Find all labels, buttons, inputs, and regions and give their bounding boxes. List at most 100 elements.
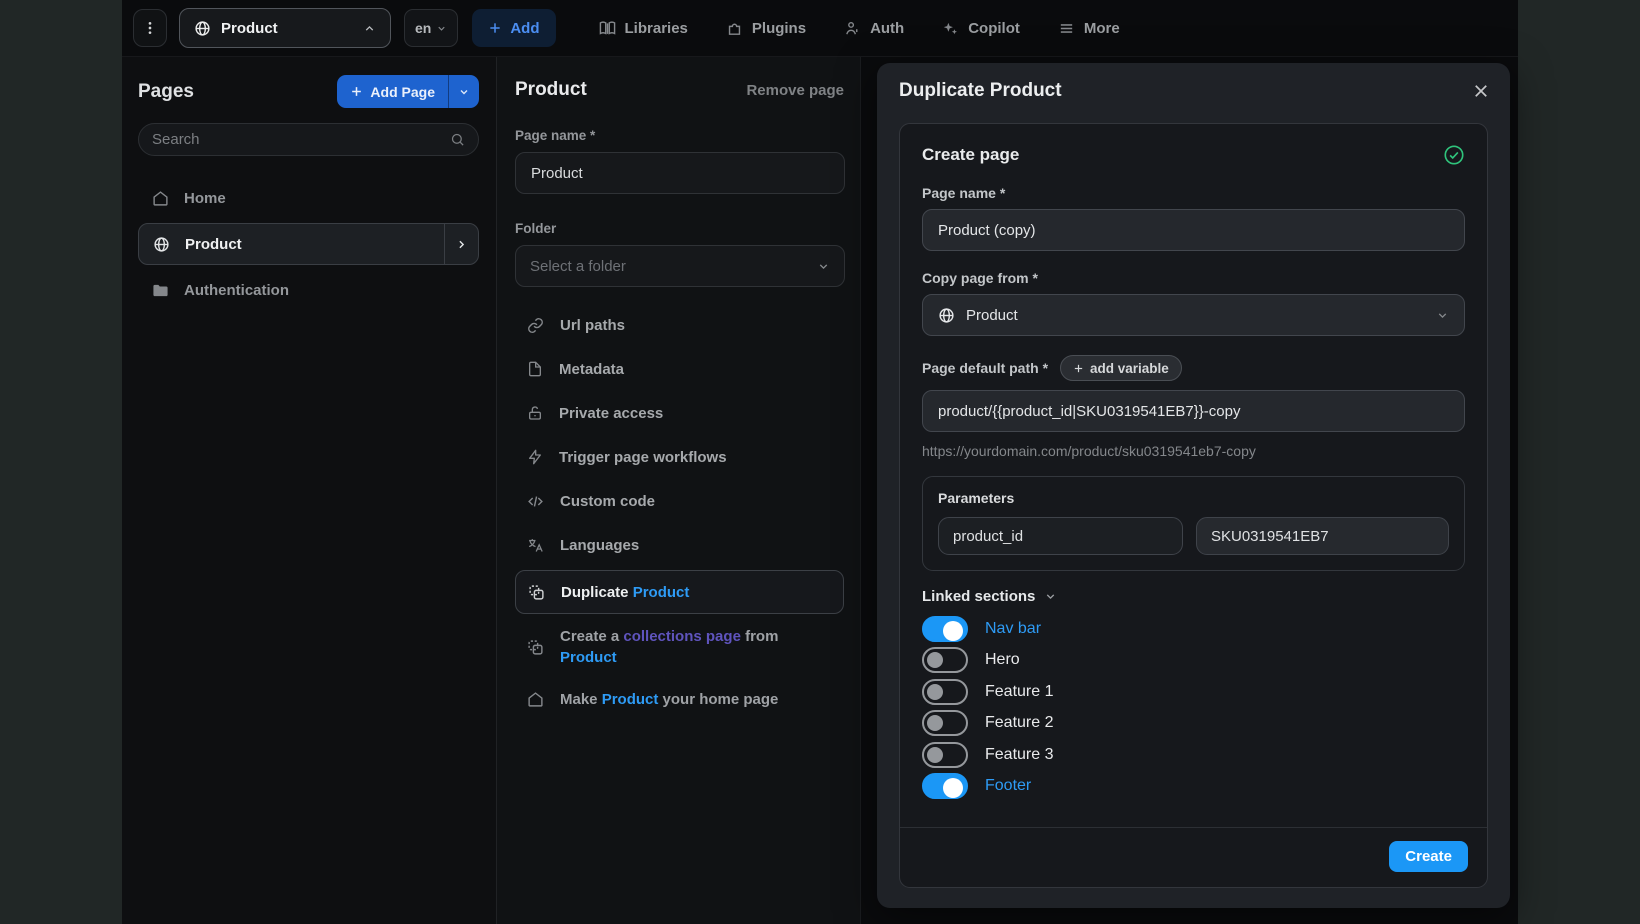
action-label: Languages: [560, 537, 639, 554]
add-variable-label: add variable: [1090, 361, 1169, 376]
add-page-dropdown-button[interactable]: [448, 75, 479, 108]
dialog-page-name-value: Product (copy): [938, 222, 1036, 239]
parameter-value-value: SKU0319541EB7: [1211, 528, 1329, 545]
file-icon: [527, 361, 543, 377]
action-url-paths[interactable]: Url paths: [515, 303, 844, 347]
page-name-input[interactable]: Product: [515, 152, 845, 194]
chevron-down-icon: [436, 23, 447, 34]
action-make-home-page[interactable]: Make Product your home page: [515, 677, 844, 721]
sparkles-icon: [942, 20, 959, 37]
nav-label: Copilot: [968, 20, 1020, 37]
parameter-name-input[interactable]: product_id: [938, 517, 1183, 555]
page-selector-dropdown[interactable]: Product: [179, 8, 391, 48]
translate-icon: [527, 537, 544, 554]
home-icon: [152, 190, 169, 207]
nav-label: Auth: [870, 20, 904, 37]
action-metadata[interactable]: Metadata: [515, 347, 844, 391]
default-path-label: Page default path *: [922, 360, 1048, 376]
feature-3-toggle[interactable]: [922, 742, 968, 768]
page-item-expand-button[interactable]: [444, 224, 478, 264]
nav-item-copilot[interactable]: Copilot: [923, 20, 1039, 37]
card-title: Create page: [922, 145, 1443, 165]
toggle-row-footer: Footer: [922, 771, 1465, 803]
pages-search[interactable]: [138, 123, 479, 156]
locale-dropdown[interactable]: en: [404, 9, 458, 47]
feature-1-toggle[interactable]: [922, 679, 968, 705]
page-list: Home Product: [138, 178, 479, 310]
add-button[interactable]: Add: [472, 9, 555, 47]
linked-sections-header[interactable]: Linked sections: [922, 588, 1465, 605]
folder-select[interactable]: Select a folder: [515, 245, 845, 287]
default-path-input[interactable]: product/{{product_id|SKU0319541EB7}}-cop…: [922, 390, 1465, 432]
create-button[interactable]: Create: [1389, 841, 1468, 872]
chevron-down-icon: [1436, 309, 1449, 322]
toggle-row-feature-3: Feature 3: [922, 739, 1465, 771]
main-menu-button[interactable]: [133, 9, 167, 47]
pages-sidebar: Pages Add Page: [122, 57, 497, 924]
page-item-label: Authentication: [184, 282, 289, 299]
hero-toggle[interactable]: [922, 647, 968, 673]
page-name-value: Product: [531, 165, 583, 182]
chevron-right-icon: [455, 238, 468, 251]
action-create-collections-page[interactable]: Create a collections page from Product: [515, 617, 844, 677]
parameter-value-input[interactable]: SKU0319541EB7: [1196, 517, 1449, 555]
toggle-label: Feature 1: [985, 683, 1053, 701]
top-toolbar: Product en Add Libraries: [122, 0, 1518, 57]
duplicate-icon: [528, 584, 545, 601]
action-label: Private access: [559, 405, 663, 422]
nav-label: Libraries: [625, 20, 688, 37]
action-duplicate-page[interactable]: Duplicate Product: [515, 570, 844, 614]
chevron-down-icon: [817, 260, 830, 273]
app-window: Product en Add Libraries: [122, 0, 1518, 924]
page-selector-label: Product: [221, 20, 353, 37]
page-actions: Url paths Metadata Private access: [515, 303, 844, 721]
copy-page-from-select[interactable]: Product: [922, 294, 1465, 336]
toggle-label: Feature 3: [985, 746, 1053, 764]
page-item-home[interactable]: Home: [138, 178, 479, 218]
nav-label: Plugins: [752, 20, 806, 37]
page-item-product[interactable]: Product: [138, 223, 479, 265]
action-custom-code[interactable]: Custom code: [515, 479, 844, 523]
action-label: Create a collections page from Product: [560, 626, 830, 668]
chevron-up-icon: [363, 22, 376, 35]
copy-page-from-value: Product: [966, 307, 1425, 324]
nav-item-plugins[interactable]: Plugins: [707, 20, 825, 37]
link-icon: [527, 317, 544, 334]
folder-label: Folder: [515, 221, 844, 236]
nav-bar-toggle[interactable]: [922, 616, 968, 642]
add-button-label: Add: [510, 20, 539, 37]
search-input[interactable]: [152, 131, 450, 148]
lock-icon: [527, 405, 543, 421]
close-button[interactable]: [1472, 82, 1490, 100]
feature-2-toggle[interactable]: [922, 710, 968, 736]
page-item-authentication[interactable]: Authentication: [138, 270, 479, 310]
action-label: Make Product your home page: [560, 691, 778, 708]
plus-icon: [350, 85, 363, 98]
parameters-title: Parameters: [938, 490, 1449, 506]
footer-toggle[interactable]: [922, 773, 968, 799]
globe-icon: [194, 20, 211, 37]
page-item-product-main[interactable]: Product: [139, 236, 429, 253]
add-page-button[interactable]: Add Page: [337, 75, 448, 108]
globe-icon: [153, 236, 170, 253]
toggle-label: Footer: [985, 777, 1031, 795]
remove-page-button[interactable]: Remove page: [746, 82, 844, 99]
menu-icon: [1058, 20, 1075, 37]
action-languages[interactable]: Languages: [515, 523, 844, 567]
create-page-card: Create page Page name * Product (copy) C…: [899, 123, 1488, 888]
nav-item-auth[interactable]: Auth: [825, 20, 923, 37]
toggle-row-nav-bar: Nav bar: [922, 613, 1465, 645]
nav-item-libraries[interactable]: Libraries: [580, 20, 707, 37]
duplicate-product-dialog: Duplicate Product Create page Page name …: [877, 63, 1510, 908]
action-private-access[interactable]: Private access: [515, 391, 844, 435]
action-trigger-workflows[interactable]: Trigger page workflows: [515, 435, 844, 479]
panel-title: Product: [515, 79, 746, 101]
toggle-label: Nav bar: [985, 620, 1041, 638]
dialog-page-name-input[interactable]: Product (copy): [922, 209, 1465, 251]
toggle-row-hero: Hero: [922, 645, 1465, 677]
page-item-label: Product: [185, 236, 242, 253]
nav-item-more[interactable]: More: [1039, 20, 1139, 37]
action-label: Metadata: [559, 361, 624, 378]
add-page-split-button: Add Page: [337, 75, 479, 108]
add-variable-chip[interactable]: add variable: [1060, 355, 1182, 381]
